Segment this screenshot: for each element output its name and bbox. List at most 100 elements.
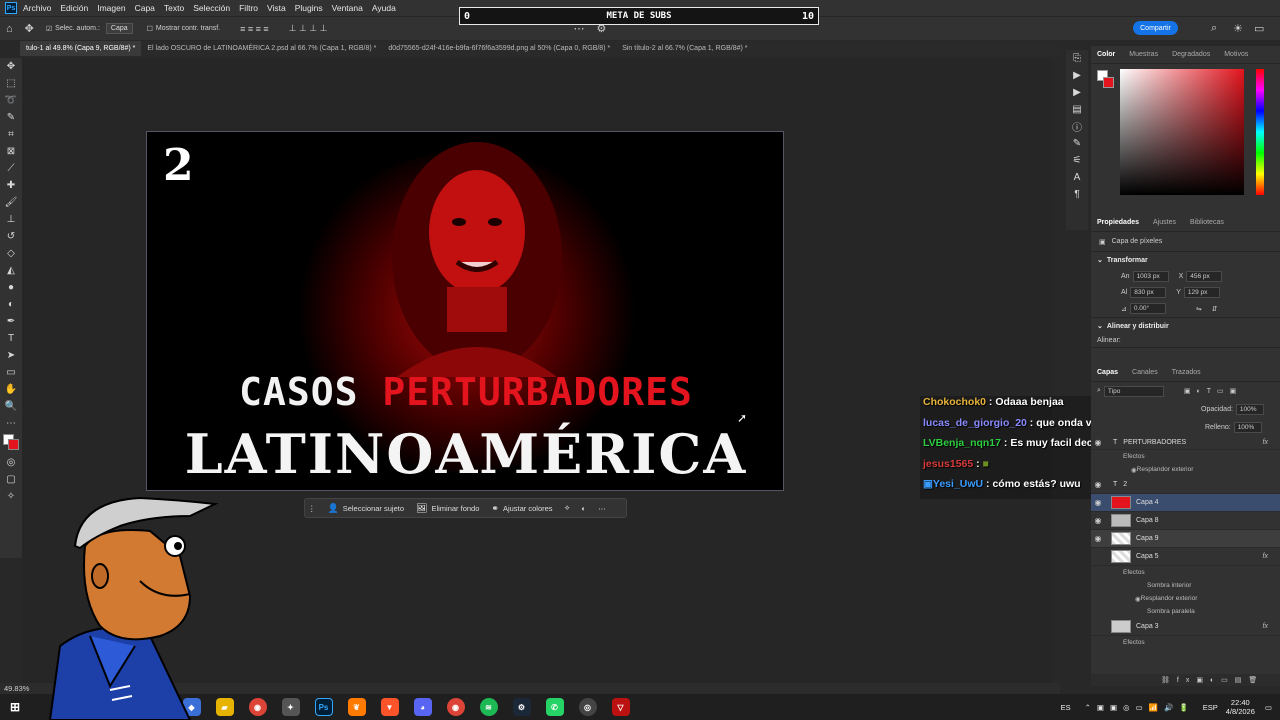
effects-row[interactable]: Efectos — [1091, 566, 1280, 579]
tab-muestras[interactable]: Muestras — [1129, 51, 1158, 58]
tab-color[interactable]: Color — [1097, 51, 1115, 58]
adjust-colors-button[interactable]: ⚭ Ajustar colores — [491, 503, 552, 514]
gradient-tool-icon[interactable]: ◭ — [0, 262, 22, 279]
tab-document-2[interactable]: El lado OSCURO de LATINOAMÉRICA 2.psd al… — [141, 41, 382, 56]
eye-icon[interactable]: ◉ — [1091, 498, 1105, 507]
brushes-icon[interactable]: ✎ — [1066, 135, 1088, 152]
fl-studio-icon[interactable]: ❦ — [347, 698, 366, 716]
eraser-tool-icon[interactable]: ◇ — [0, 245, 22, 262]
eye-icon[interactable]: ◉ — [1091, 534, 1105, 543]
color-swatches[interactable] — [0, 432, 22, 454]
layer-row[interactable]: Capa 5 fx — [1091, 548, 1280, 566]
comments-icon[interactable]: ▤ — [1066, 101, 1088, 118]
layer-filter-dropdown[interactable]: Tipo — [1103, 385, 1164, 397]
remove-background-button[interactable]: 🖼 Eliminar fondo — [416, 503, 479, 514]
chrome-icon[interactable]: ◉ — [248, 698, 267, 716]
app-icon[interactable]: ✦ — [281, 698, 300, 716]
menu-capa[interactable]: Capa — [135, 3, 155, 13]
stamp-tool-icon[interactable]: ⊥ — [0, 211, 22, 228]
flip-vertical-icon[interactable]: ⇵ — [1212, 305, 1218, 313]
home-icon[interactable]: ⌂ — [6, 23, 13, 35]
marquee-tool-icon[interactable]: ⬚ — [0, 75, 22, 92]
pen-tool-icon[interactable]: ✒ — [0, 313, 22, 330]
menu-edicion[interactable]: Edición — [60, 3, 88, 13]
quick-mask-icon[interactable]: ◎ — [0, 454, 22, 471]
layer-row[interactable]: Capa 3 fx — [1091, 618, 1280, 636]
workspace-icon[interactable]: ▭ — [1254, 22, 1264, 35]
adjust-panel-icon[interactable]: ⚟ — [1066, 152, 1088, 169]
obs-icon[interactable]: ◎ — [578, 698, 597, 716]
eyedropper-tool-icon[interactable]: ⟋ — [0, 160, 22, 177]
effect-row[interactable]: Sombra paralela — [1091, 605, 1280, 618]
eye-icon[interactable]: ◉ — [1091, 438, 1105, 447]
discord-icon[interactable]: ◕ — [413, 698, 432, 716]
zoom-level[interactable]: 49.83% — [4, 684, 29, 693]
character-icon[interactable]: A — [1066, 169, 1088, 186]
layer-row[interactable]: ◉ Capa 9 — [1091, 530, 1280, 548]
menu-imagen[interactable]: Imagen — [97, 3, 125, 13]
menu-plugins[interactable]: Plugins — [295, 3, 323, 13]
menu-texto[interactable]: Texto — [164, 3, 184, 13]
transform-section[interactable]: ⌄ Transformar — [1091, 252, 1280, 268]
fill-field[interactable]: 100% — [1233, 421, 1262, 433]
menu-archivo[interactable]: Archivo — [23, 3, 51, 13]
move-tool-icon[interactable]: ✥ — [25, 22, 34, 35]
history-brush-icon[interactable]: ↺ — [0, 228, 22, 245]
tab-document-1[interactable]: tulo-1 al 49.8% (Capa 9, RGB/8#) * — [20, 41, 142, 56]
saturation-field[interactable] — [1120, 69, 1244, 195]
mask-icon[interactable]: ◐ — [582, 504, 587, 513]
distribute-icons[interactable]: ⊥ ⊥ ⊥ ⊥ — [289, 23, 328, 34]
lightbulb-icon[interactable]: ☀ — [1233, 22, 1243, 35]
transform-checkbox[interactable]: ☐ — [147, 25, 153, 33]
tab-document-3[interactable]: d0d75565-d24f-416e-b9fa-6f76f6a3599d.png… — [382, 41, 616, 56]
tab-propiedades[interactable]: Propiedades — [1097, 219, 1139, 226]
actions-icon[interactable]: ▶ — [1066, 84, 1088, 101]
tab-ajustes[interactable]: Ajustes — [1153, 219, 1176, 226]
transform-icon[interactable]: ⟡ — [565, 503, 570, 513]
tab-motivos[interactable]: Motivos — [1224, 51, 1248, 58]
document-canvas[interactable]: 2 CASOS PERTURBADORES LATINOAMÉRICA — [146, 131, 784, 491]
filter-icons[interactable]: ▣◐T▭▣ — [1184, 387, 1242, 395]
windows-start-icon[interactable]: ⊞ — [6, 698, 24, 716]
brave-icon[interactable]: ▼ — [380, 698, 399, 716]
effect-row[interactable]: ◉ Resplandor exterior — [1091, 463, 1280, 476]
menu-filtro[interactable]: Filtro — [239, 3, 258, 13]
effects-row[interactable]: Efectos — [1091, 636, 1280, 649]
share-button[interactable]: Compartir — [1133, 21, 1178, 35]
effect-row[interactable]: Sombra interior — [1091, 579, 1280, 592]
select-subject-button[interactable]: 👤 Seleccionar sujeto — [328, 503, 405, 514]
tab-bibliotecas[interactable]: Bibliotecas — [1190, 219, 1224, 226]
layers-footer-icons[interactable]: ⛓fx▣◐▭▤🗑 — [1091, 674, 1280, 686]
tab-canales[interactable]: Canales — [1132, 369, 1158, 376]
layer-row[interactable]: ◉ T PERTURBADORES fx — [1091, 436, 1280, 450]
brush-tool-icon[interactable]: 🖌 — [0, 194, 22, 211]
healing-tool-icon[interactable]: ✚ — [0, 177, 22, 194]
notification-icon[interactable]: ▭ — [1265, 703, 1272, 712]
screen-mode-icon[interactable]: ▢ — [0, 471, 22, 488]
hand-tool-icon[interactable]: ✋ — [0, 381, 22, 398]
hue-slider[interactable] — [1256, 69, 1264, 195]
menu-ayuda[interactable]: Ayuda — [372, 3, 396, 13]
eye-icon[interactable]: ◉ — [1091, 480, 1105, 489]
info-icon[interactable]: ⓘ — [1066, 118, 1088, 135]
language-indicator[interactable]: ES — [1061, 703, 1071, 712]
more-tools-icon[interactable]: ⋯ — [0, 415, 22, 432]
frame-tool-icon[interactable]: ⊠ — [0, 143, 22, 160]
chrome-profile-icon[interactable]: ◉ — [446, 698, 465, 716]
angle-field[interactable]: 0.00° — [1129, 303, 1166, 314]
keyboard-layout[interactable]: ESP — [1203, 703, 1218, 712]
auto-select-dropdown[interactable]: Capa — [105, 23, 133, 34]
background-color-swatch[interactable] — [8, 439, 19, 450]
layer-row[interactable]: ◉ Capa 8 — [1091, 512, 1280, 530]
width-field[interactable]: 1003 px — [1132, 270, 1169, 282]
steam-icon[interactable]: ⚙ — [512, 698, 531, 716]
zoom-tool-icon[interactable]: 🔍 — [0, 398, 22, 415]
photoshop-logo-icon[interactable]: Ps — [5, 2, 17, 14]
menu-seleccion[interactable]: Selección — [193, 3, 230, 13]
tab-trazados[interactable]: Trazados — [1172, 369, 1201, 376]
blur-tool-icon[interactable]: ● — [0, 279, 22, 296]
tab-capas[interactable]: Capas — [1097, 369, 1118, 376]
shape-tool-icon[interactable]: ▭ — [0, 364, 22, 381]
auto-select-checkbox[interactable]: ☑ — [46, 25, 52, 33]
x-field[interactable]: 456 px — [1186, 270, 1223, 282]
